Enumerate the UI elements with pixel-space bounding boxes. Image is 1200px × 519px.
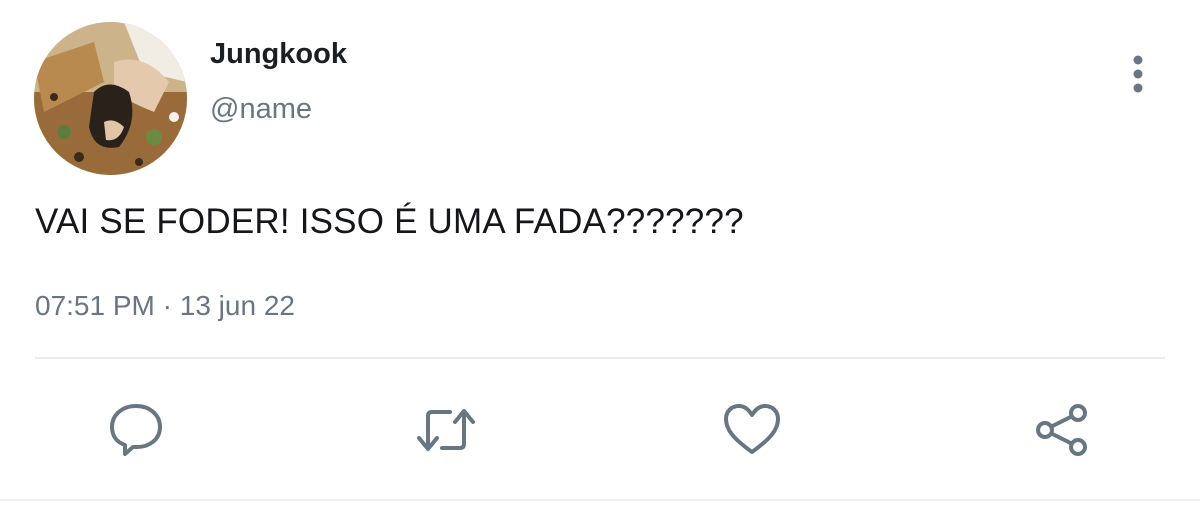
avatar[interactable] <box>34 22 187 175</box>
avatar-image <box>34 22 187 175</box>
tweet-time: 07:51 PM <box>35 290 155 321</box>
retweet-button[interactable] <box>414 398 478 462</box>
more-options-button[interactable] <box>1118 50 1158 98</box>
like-button[interactable] <box>720 398 784 462</box>
reply-icon <box>110 404 162 456</box>
timestamp-separator: · <box>162 290 172 321</box>
retweet-icon <box>417 409 475 451</box>
divider <box>0 499 1200 501</box>
heart-icon <box>724 404 780 454</box>
divider <box>35 357 1165 359</box>
tweet-timestamp[interactable]: 07:51 PM · 13 jun 22 <box>35 285 295 327</box>
tweet-date: 13 jun 22 <box>179 290 295 321</box>
more-vertical-icon <box>1133 55 1143 93</box>
share-icon <box>1036 404 1087 456</box>
reply-button[interactable] <box>104 398 168 462</box>
author-handle[interactable]: @name <box>210 89 312 129</box>
author-display-name[interactable]: Jungkook <box>210 34 347 74</box>
share-button[interactable] <box>1030 398 1094 462</box>
tweet-text: VAI SE FODER! ISSO É UMA FADA??????? <box>35 202 744 241</box>
